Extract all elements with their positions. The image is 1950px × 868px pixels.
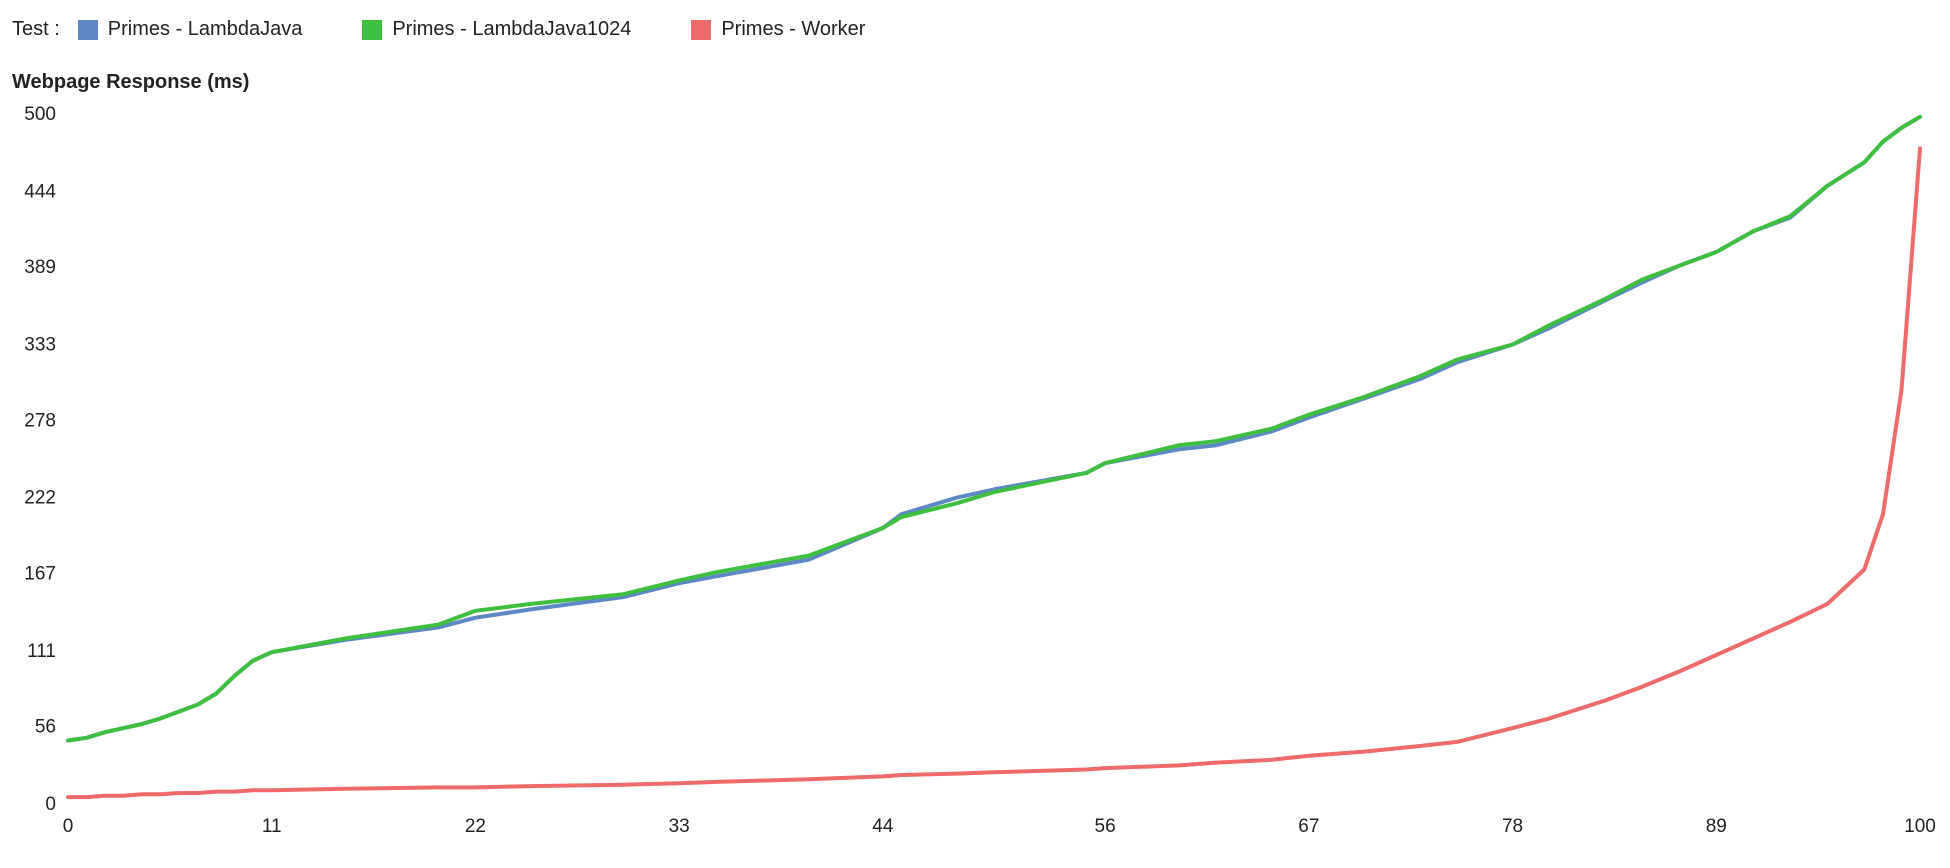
series-line-1 <box>68 117 1920 741</box>
x-tick-label: 100 <box>1904 816 1936 837</box>
chart-container: Test : Primes - LambdaJava Primes - Lamb… <box>0 0 1950 868</box>
legend: Test : Primes - LambdaJava Primes - Lamb… <box>10 18 1940 41</box>
x-tick-label: 78 <box>1502 816 1523 837</box>
y-tick-label: 0 <box>45 794 56 815</box>
legend-swatch-icon <box>78 20 98 40</box>
chart-svg: 0 56 111 167 222 278 333 389 444 500 0 11 22 33 44 56 67… <box>12 104 1940 844</box>
y-tick-label: 222 <box>24 488 56 509</box>
y-tick-label: 111 <box>27 641 56 662</box>
series-line-0 <box>68 117 1920 741</box>
x-tick-label: 67 <box>1298 816 1319 837</box>
plot-area: 0 56 111 167 222 278 333 389 444 500 0 11 22 33 44 56 67… <box>12 104 1940 844</box>
x-tick-label: 22 <box>465 816 486 837</box>
x-tick-label: 11 <box>262 816 282 837</box>
y-tick-label: 278 <box>24 410 56 431</box>
legend-text: Primes - Worker <box>721 18 865 41</box>
y-tick-label: 167 <box>24 564 56 585</box>
legend-text: Primes - LambdaJava <box>108 18 303 41</box>
series-line-2 <box>68 149 1920 798</box>
x-tick-label: 33 <box>669 816 690 837</box>
legend-label: Test : <box>12 18 60 41</box>
legend-item-1[interactable]: Primes - LambdaJava1024 <box>362 18 631 41</box>
x-tick-label: 89 <box>1706 816 1727 837</box>
y-tick-label: 389 <box>24 257 56 278</box>
y-tick-label: 444 <box>24 181 56 202</box>
y-tick-label: 333 <box>24 334 56 355</box>
legend-item-0[interactable]: Primes - LambdaJava <box>78 18 303 41</box>
x-tick-label: 56 <box>1095 816 1116 837</box>
legend-swatch-icon <box>362 20 382 40</box>
legend-swatch-icon <box>691 20 711 40</box>
x-tick-label: 44 <box>872 816 894 837</box>
y-tick-label: 56 <box>35 717 56 738</box>
legend-text: Primes - LambdaJava1024 <box>392 18 631 41</box>
y-axis-title: Webpage Response (ms) <box>10 71 1940 94</box>
y-tick-label: 500 <box>24 104 56 125</box>
x-tick-label: 0 <box>63 816 74 837</box>
legend-item-2[interactable]: Primes - Worker <box>691 18 865 41</box>
